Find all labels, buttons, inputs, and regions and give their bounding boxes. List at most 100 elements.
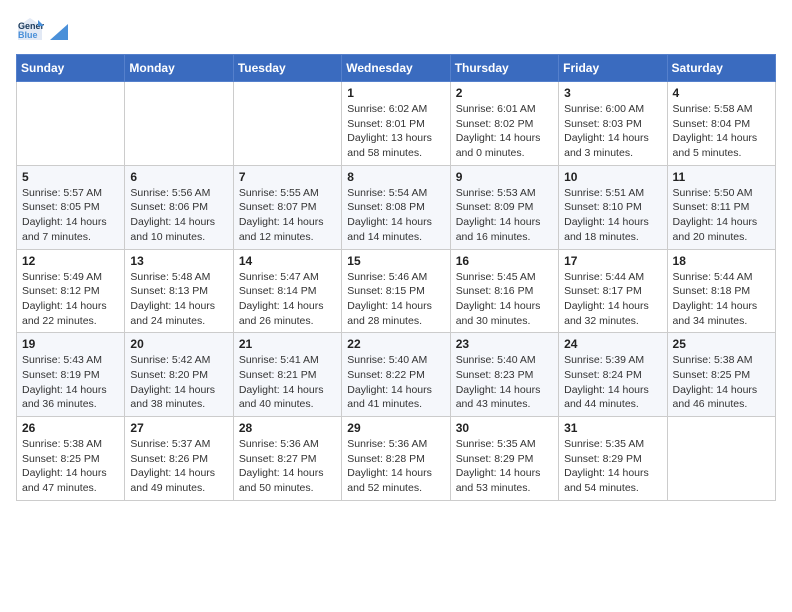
sunset-text: Sunset: 8:11 PM (673, 200, 770, 215)
daylight-text: Daylight: 14 hours and 38 minutes. (130, 383, 227, 412)
day-info: Sunrise: 5:56 AMSunset: 8:06 PMDaylight:… (130, 186, 227, 245)
sunrise-text: Sunrise: 5:42 AM (130, 353, 227, 368)
sunset-text: Sunset: 8:05 PM (22, 200, 119, 215)
day-number: 24 (564, 337, 661, 351)
sunset-text: Sunset: 8:09 PM (456, 200, 553, 215)
day-number: 17 (564, 254, 661, 268)
day-info: Sunrise: 5:50 AMSunset: 8:11 PMDaylight:… (673, 186, 770, 245)
sunset-text: Sunset: 8:10 PM (564, 200, 661, 215)
day-number: 16 (456, 254, 553, 268)
day-cell-6: 6 Sunrise: 5:56 AMSunset: 8:06 PMDaylight… (125, 165, 233, 249)
sunset-text: Sunset: 8:28 PM (347, 452, 444, 467)
sunrise-text: Sunrise: 5:53 AM (456, 186, 553, 201)
daylight-text: Daylight: 14 hours and 34 minutes. (673, 299, 770, 328)
day-info: Sunrise: 5:46 AMSunset: 8:15 PMDaylight:… (347, 270, 444, 329)
sunrise-text: Sunrise: 5:36 AM (347, 437, 444, 452)
day-cell-30: 30 Sunrise: 5:35 AMSunset: 8:29 PMDayligh… (450, 417, 558, 501)
day-info: Sunrise: 6:02 AMSunset: 8:01 PMDaylight:… (347, 102, 444, 161)
day-number: 22 (347, 337, 444, 351)
sunset-text: Sunset: 8:08 PM (347, 200, 444, 215)
day-cell-11: 11 Sunrise: 5:50 AMSunset: 8:11 PMDayligh… (667, 165, 775, 249)
header-sunday: Sunday (17, 55, 125, 82)
day-cell-25: 25Sunrise: 5:38 AMSunset: 8:25 PMDayligh… (667, 333, 775, 417)
day-cell-19: 19Sunrise: 5:43 AMSunset: 8:19 PMDayligh… (17, 333, 125, 417)
day-number: 29 (347, 421, 444, 435)
day-cell-16: 16Sunrise: 5:45 AMSunset: 8:16 PMDayligh… (450, 249, 558, 333)
day-number: 4 (673, 86, 770, 100)
sunrise-text: Sunrise: 5:44 AM (564, 270, 661, 285)
sunrise-text: Sunrise: 5:40 AM (456, 353, 553, 368)
sunset-text: Sunset: 8:01 PM (347, 117, 444, 132)
week-row-5: 26Sunrise: 5:38 AMSunset: 8:25 PMDayligh… (17, 417, 776, 501)
svg-text:Blue: Blue (18, 30, 38, 40)
day-info: Sunrise: 6:01 AMSunset: 8:02 PMDaylight:… (456, 102, 553, 161)
day-info: Sunrise: 6:00 AMSunset: 8:03 PMDaylight:… (564, 102, 661, 161)
header-monday: Monday (125, 55, 233, 82)
day-cell-14: 14Sunrise: 5:47 AMSunset: 8:14 PMDayligh… (233, 249, 341, 333)
week-row-2: 5Sunrise: 5:57 AMSunset: 8:05 PMDaylight… (17, 165, 776, 249)
sunrise-text: Sunrise: 5:57 AM (22, 186, 119, 201)
day-number: 26 (22, 421, 119, 435)
sunset-text: Sunset: 8:20 PM (130, 368, 227, 383)
day-cell-8: 8Sunrise: 5:54 AMSunset: 8:08 PMDaylight… (342, 165, 450, 249)
empty-cell (17, 82, 125, 166)
day-number: 30 (456, 421, 553, 435)
day-info: Sunrise: 5:44 AMSunset: 8:17 PMDaylight:… (564, 270, 661, 329)
header-tuesday: Tuesday (233, 55, 341, 82)
day-number: 13 (130, 254, 227, 268)
day-number: 12 (22, 254, 119, 268)
daylight-text: Daylight: 14 hours and 50 minutes. (239, 466, 336, 495)
daylight-text: Daylight: 14 hours and 3 minutes. (564, 131, 661, 160)
sunset-text: Sunset: 8:13 PM (130, 284, 227, 299)
day-cell-9: 9Sunrise: 5:53 AMSunset: 8:09 PMDaylight… (450, 165, 558, 249)
logo: General Blue (16, 16, 68, 44)
sunset-text: Sunset: 8:14 PM (239, 284, 336, 299)
day-number: 11 (673, 170, 770, 184)
day-cell-28: 28Sunrise: 5:36 AMSunset: 8:27 PMDayligh… (233, 417, 341, 501)
sunset-text: Sunset: 8:26 PM (130, 452, 227, 467)
empty-cell (667, 417, 775, 501)
day-number: 25 (673, 337, 770, 351)
sunset-text: Sunset: 8:16 PM (456, 284, 553, 299)
page-header: General Blue (16, 16, 776, 44)
sunset-text: Sunset: 8:19 PM (22, 368, 119, 383)
sunrise-text: Sunrise: 5:56 AM (130, 186, 227, 201)
daylight-text: Daylight: 13 hours and 58 minutes. (347, 131, 444, 160)
day-cell-12: 12Sunrise: 5:49 AMSunset: 8:12 PMDayligh… (17, 249, 125, 333)
day-info: Sunrise: 5:42 AMSunset: 8:20 PMDaylight:… (130, 353, 227, 412)
day-number: 1 (347, 86, 444, 100)
daylight-text: Daylight: 14 hours and 53 minutes. (456, 466, 553, 495)
header-wednesday: Wednesday (342, 55, 450, 82)
day-info: Sunrise: 5:43 AMSunset: 8:19 PMDaylight:… (22, 353, 119, 412)
day-info: Sunrise: 5:36 AMSunset: 8:28 PMDaylight:… (347, 437, 444, 496)
daylight-text: Daylight: 14 hours and 49 minutes. (130, 466, 227, 495)
day-info: Sunrise: 5:39 AMSunset: 8:24 PMDaylight:… (564, 353, 661, 412)
day-info: Sunrise: 5:47 AMSunset: 8:14 PMDaylight:… (239, 270, 336, 329)
daylight-text: Daylight: 14 hours and 30 minutes. (456, 299, 553, 328)
day-number: 6 (130, 170, 227, 184)
sunrise-text: Sunrise: 5:43 AM (22, 353, 119, 368)
day-cell-13: 13Sunrise: 5:48 AMSunset: 8:13 PMDayligh… (125, 249, 233, 333)
daylight-text: Daylight: 14 hours and 20 minutes. (673, 215, 770, 244)
sunset-text: Sunset: 8:29 PM (564, 452, 661, 467)
daylight-text: Daylight: 14 hours and 47 minutes. (22, 466, 119, 495)
sunset-text: Sunset: 8:18 PM (673, 284, 770, 299)
day-info: Sunrise: 5:57 AMSunset: 8:05 PMDaylight:… (22, 186, 119, 245)
day-cell-15: 15Sunrise: 5:46 AMSunset: 8:15 PMDayligh… (342, 249, 450, 333)
day-cell-7: 7Sunrise: 5:55 AMSunset: 8:07 PMDaylight… (233, 165, 341, 249)
day-info: Sunrise: 5:40 AMSunset: 8:22 PMDaylight:… (347, 353, 444, 412)
day-number: 20 (130, 337, 227, 351)
day-info: Sunrise: 5:35 AMSunset: 8:29 PMDaylight:… (564, 437, 661, 496)
daylight-text: Daylight: 14 hours and 36 minutes. (22, 383, 119, 412)
daylight-text: Daylight: 14 hours and 41 minutes. (347, 383, 444, 412)
sunrise-text: Sunrise: 5:51 AM (564, 186, 661, 201)
daylight-text: Daylight: 14 hours and 14 minutes. (347, 215, 444, 244)
day-info: Sunrise: 5:35 AMSunset: 8:29 PMDaylight:… (456, 437, 553, 496)
sunrise-text: Sunrise: 5:47 AM (239, 270, 336, 285)
day-info: Sunrise: 5:37 AMSunset: 8:26 PMDaylight:… (130, 437, 227, 496)
day-cell-23: 23Sunrise: 5:40 AMSunset: 8:23 PMDayligh… (450, 333, 558, 417)
sunset-text: Sunset: 8:22 PM (347, 368, 444, 383)
sunrise-text: Sunrise: 5:49 AM (22, 270, 119, 285)
sunset-text: Sunset: 8:24 PM (564, 368, 661, 383)
sunset-text: Sunset: 8:07 PM (239, 200, 336, 215)
